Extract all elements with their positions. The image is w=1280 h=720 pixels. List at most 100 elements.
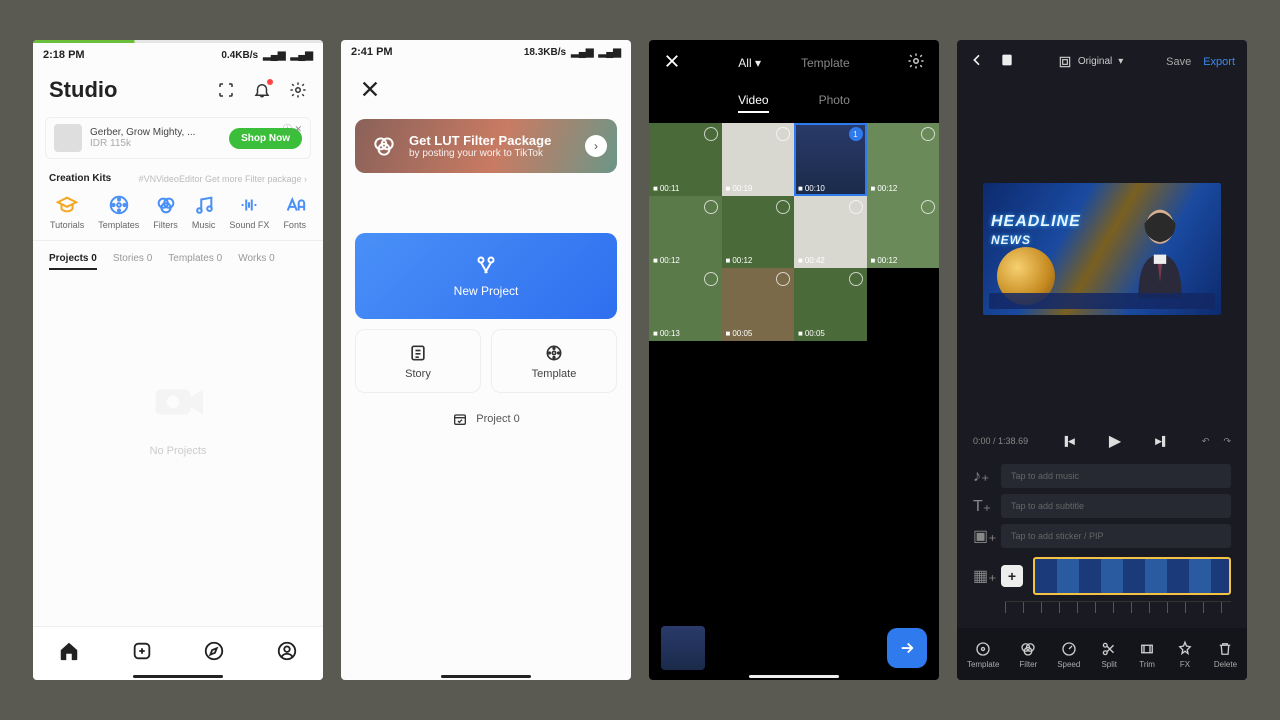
nav-home-icon[interactable] [58, 640, 80, 667]
sticker-track-icon[interactable]: ▣₊ [973, 526, 991, 546]
media-item[interactable]: 1■ 00:10 [794, 123, 867, 196]
video-track-icon[interactable]: ▦₊ [973, 566, 991, 586]
bell-icon[interactable] [253, 81, 271, 99]
prev-frame-icon[interactable]: ▐◀ [1062, 436, 1075, 447]
next-frame-icon[interactable]: ▶▌ [1155, 436, 1168, 447]
creation-kits-label: Creation Kits [49, 173, 111, 184]
tool-split[interactable]: Split [1100, 640, 1118, 669]
media-item[interactable]: ■ 00:12 [867, 196, 940, 269]
screen-new: 2:41 PM 18.3KB/s ▂▄▆ ▂▄▆ Get LUT Filter … [341, 40, 631, 680]
save-button[interactable]: Save [1166, 56, 1191, 68]
creation-kits-more[interactable]: #VNVideoEditor Get more Filter package › [139, 174, 307, 184]
screen-studio: 2:18 PM 0.4KB/s ▂▄▆ ▂▄▆ Studio Gerber, G… [33, 40, 323, 680]
story-button[interactable]: Story [355, 329, 481, 393]
tool-fx[interactable]: FX [1176, 640, 1194, 669]
nav-add-icon[interactable] [131, 640, 153, 667]
preview-headline: HEADLINENEWS [991, 213, 1081, 249]
tool-template[interactable]: Template [967, 640, 999, 669]
filter-all[interactable]: All ▾ [738, 56, 761, 70]
media-item[interactable]: ■ 00:42 [794, 196, 867, 269]
subtitle-track[interactable]: Tap to add subtitle [1001, 494, 1231, 518]
media-grid: ■ 00:11 ■ 00:19 1■ 00:10 ■ 00:12 ■ 00:12… [649, 123, 939, 341]
close-icon[interactable] [663, 52, 681, 73]
screen-picker: All ▾ Template Video Photo ■ 00:11 ■ 00:… [649, 40, 939, 680]
timeline-ruler[interactable] [1005, 601, 1231, 613]
empty-label: No Projects [33, 445, 323, 457]
media-item[interactable]: ■ 00:05 [722, 268, 795, 341]
new-project-button[interactable]: New Project [355, 233, 617, 319]
media-item[interactable]: ■ 00:13 [649, 268, 722, 341]
nav-profile-icon[interactable] [276, 640, 298, 667]
banner-sub: by posting your work to TikTok [409, 148, 551, 159]
tab-templates[interactable]: Templates 0 [168, 253, 222, 270]
video-clip[interactable] [1033, 557, 1231, 595]
signal-icon: ▂▄▆ [291, 50, 313, 61]
status-time: 2:41 PM [351, 46, 393, 58]
close-button[interactable] [341, 60, 631, 113]
status-bar: 2:41 PM 18.3KB/s ▂▄▆ ▂▄▆ [341, 40, 631, 60]
tab-works[interactable]: Works 0 [238, 253, 275, 270]
media-item[interactable]: ■ 00:12 [649, 196, 722, 269]
subtitle-track-icon[interactable]: T₊ [973, 496, 991, 516]
kit-soundfx[interactable]: Sound FX [229, 194, 269, 230]
status-net: 18.3KB/s [524, 47, 566, 58]
playhead-time: 0:00 / 1:38.69 [973, 436, 1028, 446]
template-link[interactable]: Template [801, 56, 850, 70]
status-bar: 2:18 PM 0.4KB/s ▂▄▆ ▂▄▆ [33, 43, 323, 63]
ad-banner[interactable]: Gerber, Grow Mighty, ... IDR 115k Shop N… [45, 117, 311, 159]
media-item[interactable]: ■ 00:05 [794, 268, 867, 341]
media-item[interactable]: ■ 00:19 [722, 123, 795, 196]
undo-icon[interactable]: ↶ [1202, 436, 1210, 447]
tab-stories[interactable]: Stories 0 [113, 253, 152, 270]
tool-filter[interactable]: Filter [1019, 640, 1037, 669]
lut-banner[interactable]: Get LUT Filter Package by posting your w… [355, 119, 617, 173]
tool-bar: Template Filter Speed Split Trim FX Dele… [957, 628, 1247, 680]
tool-trim[interactable]: Trim [1138, 640, 1156, 669]
status-time: 2:18 PM [43, 49, 85, 61]
selected-thumb[interactable] [661, 626, 705, 670]
tab-projects[interactable]: Projects 0 [49, 253, 97, 270]
banner-title: Get LUT Filter Package [409, 133, 551, 148]
gear-icon[interactable] [907, 52, 925, 73]
media-item[interactable]: ■ 00:12 [722, 196, 795, 269]
tool-delete[interactable]: Delete [1214, 640, 1237, 669]
ad-sub: IDR 115k [90, 138, 221, 149]
media-item[interactable]: ■ 00:11 [649, 123, 722, 196]
tool-speed[interactable]: Speed [1057, 640, 1080, 669]
home-indicator [749, 675, 839, 678]
add-clip-button[interactable]: + [1001, 565, 1023, 587]
back-icon[interactable] [969, 52, 985, 71]
content-tabs: Projects 0 Stories 0 Templates 0 Works 0 [33, 241, 323, 282]
proceed-button[interactable] [887, 628, 927, 668]
kit-tutorials[interactable]: Tutorials [50, 194, 84, 230]
gear-icon[interactable] [289, 81, 307, 99]
nav-explore-icon[interactable] [203, 640, 225, 667]
video-preview[interactable]: HEADLINENEWS [983, 183, 1221, 315]
play-icon[interactable]: ▶ [1109, 431, 1121, 451]
signal-icon: ▂▄▆ [571, 47, 593, 58]
aspect-selector[interactable]: Original ▾ [1058, 55, 1124, 69]
export-button[interactable]: Export [1203, 56, 1235, 68]
music-track-icon[interactable]: ♪₊ [973, 466, 991, 486]
draft-icon[interactable] [999, 52, 1015, 71]
new-project-label: New Project [454, 284, 519, 298]
scan-icon[interactable] [217, 81, 235, 99]
banner-arrow-icon[interactable]: › [585, 135, 607, 157]
screen-editor: Original ▾ Save Export HEADLINENEWS 0:00… [957, 40, 1247, 680]
kit-filters[interactable]: Filters [153, 194, 178, 230]
music-track[interactable]: Tap to add music [1001, 464, 1231, 488]
ad-close-icon[interactable]: ⓘ ✕ [283, 122, 302, 135]
sticker-track[interactable]: Tap to add sticker / PIP [1001, 524, 1231, 548]
kit-templates[interactable]: Templates [98, 194, 139, 230]
ad-thumb [54, 124, 82, 152]
preview-anchor [1129, 205, 1191, 297]
empty-state: No Projects [33, 282, 323, 457]
media-item[interactable]: ■ 00:12 [867, 123, 940, 196]
redo-icon[interactable]: ↷ [1223, 436, 1231, 447]
tab-photo[interactable]: Photo [819, 93, 850, 113]
tab-video[interactable]: Video [738, 93, 768, 113]
kit-fonts[interactable]: Fonts [283, 194, 306, 230]
kit-music[interactable]: Music [192, 194, 216, 230]
project-row[interactable]: Project 0 [355, 411, 617, 427]
template-button[interactable]: Template [491, 329, 617, 393]
